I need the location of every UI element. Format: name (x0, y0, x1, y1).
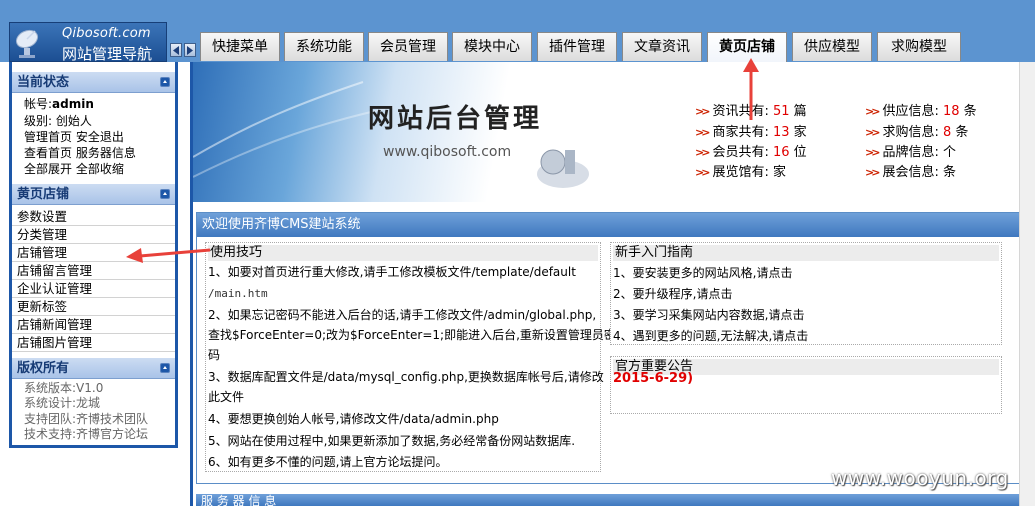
annotation-arrow-up (743, 58, 759, 120)
collapse-icon[interactable] (160, 363, 170, 373)
tip-line: 2、如果忘记密码不能进入后台的话,请手工修改文件/admin/global.ph… (208, 308, 597, 322)
tab-purchase[interactable]: 求购模型 (877, 32, 961, 61)
tab-plugins[interactable]: 插件管理 (537, 32, 617, 61)
level-value: 创始人 (55, 114, 92, 128)
welcome-panel: 欢迎使用齐博CMS建站系统 使用技巧 1、如要对首页进行重大修改,请手工修改模板… (196, 212, 1027, 484)
scroll-right-button[interactable] (184, 43, 196, 57)
sidebar-item-categories[interactable]: 分类管理 (12, 226, 175, 244)
sidebar-item-shop-news[interactable]: 店铺新闻管理 (12, 316, 175, 334)
link-server-info[interactable]: 服务器信息 (76, 146, 136, 160)
tip-line: 4、要想更换创始人帐号,请修改文件/data/admin.php (208, 412, 499, 426)
account-label: 帐号: (24, 97, 53, 111)
sidebar-item-certification[interactable]: 企业认证管理 (12, 280, 175, 298)
top-header: Qibosoft.com 网站管理导航 快捷菜单 系统功能 会员管理 模块中心 … (0, 0, 1035, 63)
stat-purchase: >> 求购信息: 8 条 (865, 125, 969, 140)
double-arrow-icon: >> (695, 126, 711, 139)
welcome-title: 欢迎使用齐博CMS建站系统 (197, 213, 1026, 237)
links-row-3: 全部展开 全部收缩 (24, 161, 124, 177)
status-section-title: 当前状态 (17, 75, 70, 90)
arrow-right-icon (187, 46, 193, 55)
collapse-icon[interactable] (160, 77, 170, 87)
stat-merchants: >> 商家共有: 13 家 (695, 125, 807, 140)
guide-title: 新手入门指南 (613, 245, 999, 261)
double-arrow-icon: >> (695, 146, 711, 159)
tab-modules[interactable]: 模块中心 (452, 32, 532, 61)
yellow-pages-section-header[interactable]: 黄页店铺 (12, 182, 175, 205)
tip-line: 5、网站在使用过程中,如果更新添加了数据,务必经常备份网站数据库. (208, 434, 576, 448)
tip-line: /main.htm (208, 287, 268, 300)
stat-supply: >> 供应信息: 18 条 (865, 104, 977, 119)
links-row-1: 管理首页 安全退出 (24, 129, 124, 145)
arrow-left-icon (173, 46, 179, 55)
double-arrow-icon: >> (865, 166, 881, 179)
account-row: 帐号:admin (24, 96, 94, 112)
tab-quick-menu[interactable]: 快捷菜单 (200, 32, 280, 61)
satellite-dish-icon (15, 29, 39, 58)
tip-line: 查找$ForceEnter=0;改为$ForceEnter=1;即能进入后台,重… (208, 328, 616, 342)
double-arrow-icon: >> (695, 166, 711, 179)
copyright-section-title: 版权所有 (17, 361, 70, 376)
tab-supply[interactable]: 供应模型 (792, 32, 872, 61)
yellow-pages-section-title: 黄页店铺 (17, 187, 70, 202)
annotation-arrow-left (126, 248, 211, 263)
sidebar-item-update-tags[interactable]: 更新标签 (12, 298, 175, 316)
tips-title: 使用技巧 (208, 245, 598, 261)
copyright-line: 系统版本:V1.0 (24, 381, 104, 395)
links-row-2: 查看首页 服务器信息 (24, 145, 136, 161)
guide-link[interactable]: 1、要安装更多的网站风格,请点击 (613, 263, 792, 283)
link-collapse-all[interactable]: 全部收缩 (76, 162, 124, 176)
tips-box: 使用技巧 1、如要对首页进行重大修改,请手工修改模板文件/template/de… (205, 242, 616, 472)
collapse-icon[interactable] (160, 189, 170, 199)
copyright-section-header[interactable]: 版权所有 (12, 356, 175, 379)
double-arrow-icon: >> (695, 105, 711, 118)
scroll-left-button[interactable] (170, 43, 182, 57)
banner-url: www.qibosoft.com (383, 144, 512, 160)
tab-members[interactable]: 会员管理 (368, 32, 448, 61)
double-arrow-icon: >> (865, 105, 881, 118)
vertical-scrollbar[interactable] (1019, 62, 1035, 506)
sidebar-item-settings[interactable]: 参数设置 (12, 208, 175, 226)
stat-exhibitions: >> 展览馆有: 家 (695, 165, 786, 180)
level-row: 级别: 创始人 (24, 113, 92, 129)
tip-line: 6、如有更多不懂的问题,请上官方论坛提问。 (208, 455, 448, 469)
sidebar-item-shop-images[interactable]: 店铺图片管理 (12, 334, 175, 352)
tip-line: 此文件 (208, 390, 245, 404)
server-info-bar: 服 务 器 信 息 (196, 494, 1027, 506)
tab-system[interactable]: 系统功能 (284, 32, 364, 61)
copyright-line: 技术支持:齐博官方论坛 (24, 427, 149, 441)
watermark: www.wooyun.org (831, 466, 1009, 490)
account-value: admin (52, 97, 94, 111)
server-info-title: 服 务 器 信 息 (201, 494, 277, 506)
notice-box: 官方重要公告 2015-6-29) (610, 356, 1002, 414)
stat-expos: >> 展会信息: 条 (865, 165, 956, 180)
level-label: 级别: (24, 114, 53, 128)
copyright-line: 支持团队:齐博技术团队 (24, 412, 149, 426)
stat-brands: >> 品牌信息: 个 (865, 145, 956, 160)
tip-line: 1、如要对首页进行重大修改,请手工修改模板文件/template/default (208, 265, 576, 279)
nav-title: 网站管理导航 (62, 45, 153, 63)
tab-articles[interactable]: 文章资讯 (622, 32, 702, 61)
link-logout[interactable]: 安全退出 (76, 130, 124, 144)
status-section-header[interactable]: 当前状态 (12, 70, 175, 93)
site-stats: >> 资讯共有: 51 篇 >> 商家共有: 13 家 >> 会员共有: 16 位 >… (500, 100, 1035, 195)
link-admin-home[interactable]: 管理首页 (24, 130, 72, 144)
double-arrow-icon: >> (865, 126, 881, 139)
link-view-home[interactable]: 查看首页 (24, 146, 72, 160)
notice-date[interactable]: 2015-6-29) (613, 371, 693, 386)
brand-text: Qibosoft.com (62, 26, 151, 41)
stat-members: >> 会员共有: 16 位 (695, 145, 807, 160)
link-expand-all[interactable]: 全部展开 (24, 162, 72, 176)
double-arrow-icon: >> (865, 146, 881, 159)
guide-link[interactable]: 2、要升级程序,请点击 (613, 284, 732, 304)
copyright-line: 系统设计:龙城 (24, 396, 101, 410)
nav-logo: Qibosoft.com 网站管理导航 (9, 22, 167, 63)
tip-line: 3、数据库配置文件是/data/mysql_config.php,更换数据库帐号… (208, 370, 604, 384)
tip-line: 码 (208, 348, 221, 362)
guide-link[interactable]: 4、遇到更多的问题,无法解决,请点击 (613, 326, 808, 346)
guide-box: 新手入门指南 1、要安装更多的网站风格,请点击 2、要升级程序,请点击 3、要学… (610, 242, 1002, 345)
guide-link[interactable]: 3、要学习采集网站内容数据,请点击 (613, 305, 804, 325)
